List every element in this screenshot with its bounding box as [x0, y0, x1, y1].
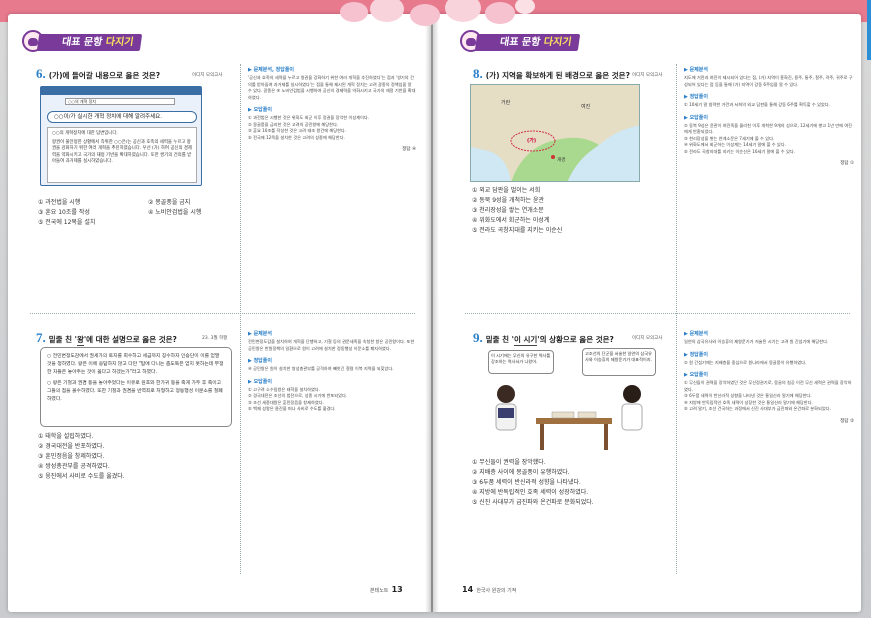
question-9-explanation: ▶ 문제분석 일연의 삼국유사와 이승휴의 제왕운기가 저술된 시기는 고려 원…: [684, 331, 854, 424]
question-7-source: 23. 3월 학평: [202, 336, 228, 341]
left-footer: 본테노트 13: [370, 585, 403, 594]
map-svg: [471, 85, 639, 181]
map-label-ga: (가): [527, 138, 537, 144]
question-9-title: 9. 밑줄 친 ' 이 시기 '의 상황으로 옳은 것은?: [473, 330, 614, 346]
map-label-gaegyeong: 개경: [557, 158, 566, 163]
choice[interactable]: ③ 6두품 세력이 반신라적 성향을 나타냈다.: [472, 478, 594, 488]
choice[interactable]: ⑤ 신진 사대부가 급진파와 온건파로 분화되었다.: [472, 498, 594, 508]
choice[interactable]: ① 태학을 설립하였다.: [38, 432, 125, 442]
answer-key: 정답 ①: [840, 161, 854, 166]
question-6-title: 6. (가)에 들어갈 내용으로 옳은 것은?: [36, 66, 161, 81]
choice[interactable]: ④ 위화도에서 회군하는 이성계: [472, 216, 562, 226]
question-7-title: 7. 밑줄 친 ' 왕 '에 대한 설명으로 옳은 것은?: [36, 330, 177, 346]
choice[interactable]: ② 지배층 사이에 몽골풍이 유행하였다.: [472, 468, 594, 478]
choice[interactable]: ② 몽골풍을 금지: [148, 198, 258, 208]
blue-edge-tab: [867, 0, 871, 60]
right-footer: 14 한국사 원강의 기적: [462, 585, 517, 594]
choice[interactable]: ④ 쌍성총관부를 공격하였다.: [38, 462, 125, 472]
question-7-choices: ① 태학을 설립하였다. ② 경국대전을 반포하였다. ③ 훈민정음을 창제하였…: [38, 432, 125, 482]
column-divider-right: [676, 64, 677, 574]
question-7-explanation: ▶ 문제분석 전민변정도감을 설치하여 개혁을 단행하고, 기철 등의 권문세족…: [248, 331, 415, 411]
map-figure: 거란 여진 (가) 개경: [470, 84, 640, 182]
choice[interactable]: ③ 훈민정음을 창제하였다.: [38, 452, 125, 462]
question-8-choices: ① 외교 담판을 벌이는 서희 ② 동북 9성을 개척하는 윤관 ③ 천리장성을…: [472, 186, 562, 236]
choice[interactable]: ② 동북 9성을 개척하는 윤관: [472, 196, 562, 206]
column-divider-left: [240, 64, 241, 574]
answer-key: 정답 ④: [402, 147, 416, 152]
answer-key: 정답 ②: [840, 418, 854, 424]
choice[interactable]: ⑤ 웅진에서 사비로 수도를 옮겼다.: [38, 472, 125, 482]
browser-window-figure: ○○의 개혁 정치 ○○이/가 실시한 개혁 정치에 대해 알려주세요. ○○의…: [40, 86, 202, 186]
question-6-explanation: ▶ 문제분석, 정답풀이 '공신과 호족의 세력을 누르고 왕권을 강화하기 위…: [248, 67, 416, 152]
question-8-source: 이디지 모의고사: [632, 73, 663, 78]
choice[interactable]: ③ 훈요 10조를 작성: [38, 208, 148, 218]
browser-answer-box: ○○의 개혁정치에 대한 답변입니다. 왕권이 불안정한 상황에서 즉위한 ○○…: [47, 127, 197, 183]
choice[interactable]: ⑤ 전라도 곡창지대를 지키는 이순신: [472, 226, 562, 236]
question-7-passage: ○ 전민변정도감에서 권세가의 토지를 회수하고 세금까지 징수하자 인승단이 …: [40, 347, 232, 427]
dialogue-illustration: 이 시기에는 무신의 유구한 역사를 강조하는 역사서가 나왔어. 고조선의 단…: [476, 346, 666, 454]
browser-titlebar: [41, 87, 201, 95]
choice[interactable]: ④ 지방에 반독립적인 호족 세력이 성장하였다.: [472, 488, 594, 498]
browser-address-bar: ○○의 개혁 정치: [65, 98, 175, 105]
choice[interactable]: ① 과전법을 시행: [38, 198, 148, 208]
students-figure: [495, 385, 643, 450]
question-divider-right: [465, 313, 850, 314]
choice[interactable]: ⑤ 전국에 12목을 설치: [38, 218, 148, 228]
book-gutter: [425, 14, 439, 612]
question-divider-left: [30, 313, 415, 314]
map-label-jurchen: 여진: [581, 104, 591, 110]
question-8-title: 8. (가) 지역을 확보하게 된 배경으로 옳은 것은?: [473, 66, 630, 81]
question-8-explanation: ▶ 문제분석 지도에 거란과 여진이 제시되어 있다는 점, (가) 지역이 흥…: [684, 67, 854, 166]
map-label-khitan: 거란: [501, 100, 511, 106]
choice[interactable]: ① 무신들이 권력을 장악했다.: [472, 458, 594, 468]
question-9-source: 이디지 모의고사: [632, 336, 663, 341]
capital-dot: [551, 155, 555, 159]
choice[interactable]: ② 경국대전을 반포하였다.: [38, 442, 125, 452]
choice[interactable]: ① 외교 담판을 벌이는 서희: [472, 186, 562, 196]
browser-search-box: ○○이/가 실시한 개혁 정치에 대해 알려주세요.: [47, 111, 197, 123]
question-6-choices: ① 과전법을 시행 ② 몽골풍을 금지 ③ 훈요 10조를 작성 ④ 노비안검법…: [38, 198, 258, 228]
choice[interactable]: ③ 천리장성을 쌓는 연개소문: [472, 206, 562, 216]
choice[interactable]: ④ 노비안검법을 시행: [148, 208, 258, 218]
question-9-choices: ① 무신들이 권력을 장악했다. ② 지배층 사이에 몽골풍이 유행하였다. ③…: [472, 458, 594, 508]
section-banner-left: 대표 문항 다지기: [36, 34, 143, 51]
question-6-source: 이디지 모의고사: [192, 73, 223, 78]
section-banner-right: 대표 문항 다지기: [474, 34, 581, 51]
book-spread: 대표 문항 다지기 6. (가)에 들어갈 내용으로 옳은 것은? 이디지 모의…: [0, 0, 871, 618]
cherry-blossom-decoration: [330, 0, 540, 34]
